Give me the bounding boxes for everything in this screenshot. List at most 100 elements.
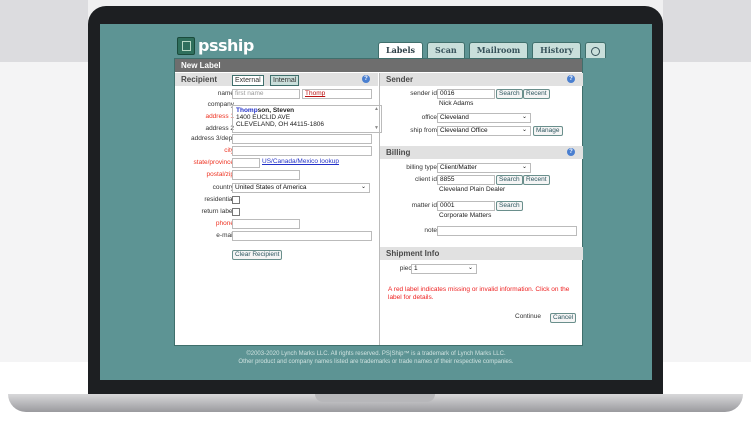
country-value: United States of America (235, 184, 307, 191)
footer: ©2003-2020 Lynch Marks LLC. All rights r… (100, 350, 652, 366)
address1-label[interactable]: address 1 (205, 113, 234, 120)
logo-icon (177, 36, 195, 55)
client-id-row: client id 8855 Search Recent (380, 175, 583, 185)
residential-row: residential (175, 195, 378, 205)
chevron-down-icon: ⌄ (521, 164, 527, 170)
first-name-input[interactable]: first name (232, 89, 300, 99)
chevron-down-icon: ⌄ (521, 127, 527, 133)
postal-row: postal/zip (175, 170, 378, 180)
sender-id-label: sender id (410, 90, 437, 97)
billing-heading: Billing (386, 148, 411, 157)
ship-from-select[interactable]: Cleveland Office ⌄ (437, 126, 531, 136)
sender-id-input[interactable]: 0016 (437, 89, 495, 99)
client-search-button[interactable]: Search (496, 175, 523, 185)
state-row: state/province US/Canada/Mexico lookup (175, 158, 378, 168)
recipient-heading: Recipient (181, 75, 218, 84)
postal-label[interactable]: postal/zip (207, 171, 234, 178)
last-name-input[interactable]: Thomp (302, 89, 372, 99)
new-label-panel: New Label Recipient External Internal ? … (174, 58, 583, 346)
footer-line2: Other product and company names listed a… (238, 359, 514, 365)
shipment-heading: Shipment Info (386, 249, 440, 258)
address-suggestion[interactable]: Thompson, Steven 1400 EUCLID AVE CLEVELA… (232, 105, 382, 133)
tab-scan[interactable]: Scan (427, 42, 465, 58)
lookup-link[interactable]: US/Canada/Mexico lookup (262, 158, 339, 165)
address3-row: address 3/dept (175, 134, 378, 144)
billing-type-select[interactable]: Client/Matter ⌄ (437, 163, 531, 173)
client-id-label: client id (414, 176, 437, 183)
name-row: name first name Thomp (175, 89, 378, 99)
logo-text: psship (198, 36, 254, 55)
recipient-header: Recipient External Internal ? (175, 73, 378, 86)
manage-button[interactable]: Manage (533, 126, 563, 136)
state-input[interactable] (232, 158, 260, 168)
client-recent-button[interactable]: Recent (523, 175, 550, 185)
country-label: country (212, 184, 234, 191)
email-input[interactable] (232, 231, 372, 241)
office-row: office Cleveland ⌄ (380, 113, 583, 123)
subtab-external[interactable]: External (232, 75, 264, 86)
chevron-down-icon: ⌄ (521, 114, 527, 120)
office-select[interactable]: Cleveland ⌄ (437, 113, 531, 123)
right-column: Sender ? sender id 0016 Search Recent Ni… (379, 73, 583, 345)
sender-id-row: sender id 0016 Search Recent (380, 89, 583, 99)
return-row: return label (175, 207, 378, 217)
piece-count-value: 1 (414, 265, 418, 272)
piece-count-row: piece count 1 ⌄ (380, 264, 583, 274)
office-label: office (421, 114, 437, 121)
power-icon (591, 46, 601, 56)
suggest-line2: CLEVELAND, OH 44115-1806 (236, 121, 325, 128)
continue-button[interactable]: Continue (513, 313, 543, 321)
city-input[interactable] (232, 146, 372, 156)
recipient-section: Recipient External Internal ? name first… (175, 73, 382, 345)
postal-input[interactable] (232, 170, 300, 180)
address3-label: address 3/dept (190, 135, 234, 142)
subtab-internal[interactable]: Internal (270, 75, 300, 86)
country-select[interactable]: United States of America ⌄ (232, 183, 370, 193)
tab-mailroom[interactable]: Mailroom (468, 42, 529, 58)
help-icon[interactable]: ? (567, 75, 575, 83)
chevron-down-icon: ⌄ (467, 265, 473, 271)
sender-heading: Sender (386, 75, 414, 84)
billing-type-label: billing type (406, 164, 437, 171)
company-label: company (207, 101, 234, 108)
cancel-button[interactable]: Cancel (550, 313, 577, 323)
matter-id-input[interactable]: 0001 (437, 201, 495, 211)
tab-labels[interactable]: Labels (378, 42, 424, 58)
sender-search-button[interactable]: Search (496, 89, 523, 99)
sender-name: Nick Adams (439, 100, 474, 107)
country-row: country United States of America ⌄ (175, 183, 378, 193)
email-row: e-mail (175, 231, 378, 241)
laptop-notch (315, 394, 435, 402)
client-id-input[interactable]: 8855 (437, 175, 495, 185)
help-icon[interactable]: ? (567, 148, 575, 156)
ship-from-value: Cleveland Office (440, 127, 488, 134)
address2-label: address 2 (205, 125, 234, 132)
state-label[interactable]: state/province (194, 159, 234, 166)
piece-count-select[interactable]: 1 ⌄ (411, 264, 477, 274)
suggest-name-rest: son, Steven (257, 107, 295, 114)
matter-id-row: matter id 0001 Search (380, 201, 583, 211)
app-screen: psship Labels Scan Mailroom History New … (100, 24, 652, 380)
return-checkbox[interactable] (232, 208, 240, 216)
tab-power[interactable] (585, 42, 607, 58)
phone-input[interactable] (232, 219, 300, 229)
sender-recent-button[interactable]: Recent (523, 89, 550, 99)
matter-search-button[interactable]: Search (496, 201, 523, 211)
city-row: city (175, 146, 378, 156)
residential-checkbox[interactable] (232, 196, 240, 204)
billing-type-value: Client/Matter (440, 164, 477, 171)
address3-input[interactable] (232, 134, 372, 144)
return-label: return label (201, 208, 234, 215)
tab-history[interactable]: History (532, 42, 582, 58)
matter-name: Corporate Matters (439, 212, 492, 219)
note-label: note (424, 227, 437, 234)
clear-recipient-button[interactable]: Clear Recipient (232, 250, 283, 260)
footer-line1: ©2003-2020 Lynch Marks LLC. All rights r… (246, 351, 506, 357)
help-icon[interactable]: ? (362, 75, 370, 83)
shipment-header: Shipment Info (380, 247, 583, 260)
note-input[interactable] (437, 226, 577, 236)
office-value: Cleveland (440, 114, 469, 121)
billing-header: Billing ? (380, 146, 583, 159)
phone-row: phone (175, 219, 378, 229)
residential-label: residential (204, 196, 234, 203)
